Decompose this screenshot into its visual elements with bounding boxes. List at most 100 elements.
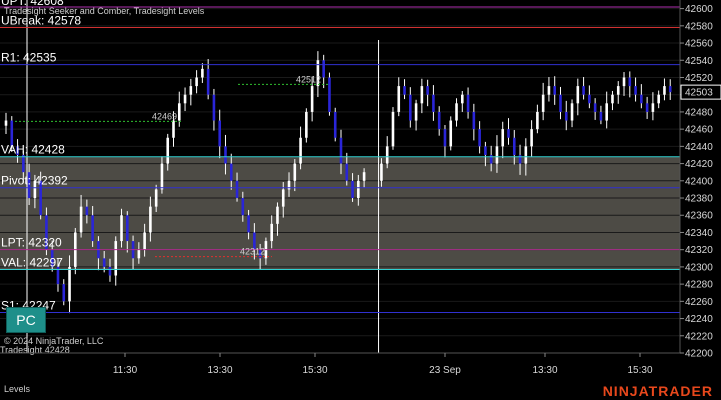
value-area-band [0, 156, 680, 270]
candle-up [536, 111, 539, 130]
pc-button[interactable]: PC [6, 307, 46, 333]
level-label: VAH: 42428 [1, 143, 65, 157]
candle-down [235, 180, 239, 199]
price-tick-label: 42560 [685, 39, 713, 50]
candle-up [495, 146, 499, 164]
candle-up [281, 189, 285, 207]
candle-up [120, 215, 123, 242]
candle-up [385, 146, 389, 164]
candle-up [570, 103, 574, 121]
candle-down [593, 103, 597, 112]
last-price-label: 42503 [685, 88, 713, 99]
candle-down [645, 103, 649, 112]
candle-up [189, 86, 193, 95]
candle-up [160, 163, 164, 190]
time-tick-label: 15:30 [302, 365, 327, 376]
candle-down [91, 215, 94, 242]
candle-up [622, 77, 626, 87]
candle-up [149, 206, 152, 233]
candle-up [201, 68, 204, 78]
candle-down [432, 94, 435, 112]
candle-up [362, 172, 366, 181]
price-tick-label: 42240 [685, 314, 713, 325]
candle-down [125, 215, 129, 242]
candle-up [547, 86, 551, 95]
level-annotation: 42512 [296, 74, 321, 84]
price-tick-label: 42320 [685, 245, 713, 256]
price-tick-label: 42280 [685, 280, 713, 291]
candle-down [22, 154, 25, 173]
candle-down [224, 146, 227, 164]
candle-down [409, 94, 412, 121]
candle-down [108, 266, 112, 276]
candle-down [628, 77, 632, 87]
candle-down [553, 86, 557, 95]
time-tick-label: 13:30 [532, 365, 557, 376]
candle-down [339, 137, 343, 164]
candle-down [85, 206, 89, 216]
price-tick-label: 42480 [685, 107, 713, 118]
candle-down [426, 86, 429, 95]
candle-up [501, 129, 505, 147]
candle-up [79, 206, 83, 233]
level-label: LPT: 42320 [1, 236, 62, 250]
candle-up [172, 120, 175, 138]
candle-up [166, 137, 170, 164]
candle-up [541, 94, 545, 112]
candle-up [137, 249, 141, 259]
indicator-title: Tradesight Seeker and Comber, Tradesight… [4, 6, 205, 16]
candle-down [466, 94, 470, 112]
candle-down [512, 137, 516, 155]
price-tick-label: 42260 [685, 297, 713, 308]
candle-down [582, 86, 585, 95]
candle-up [455, 103, 458, 121]
price-tick-label: 42200 [685, 349, 713, 360]
candle-up [420, 86, 424, 104]
price-tick-label: 42360 [685, 211, 713, 222]
candle-down [212, 94, 216, 121]
candle-up [391, 111, 395, 147]
price-tick-label: 42380 [685, 194, 713, 205]
candle-up [611, 94, 614, 104]
candle-down [443, 129, 447, 147]
candle-up [397, 86, 401, 112]
ninjatrader-logo: NINJATRADER [602, 383, 713, 399]
candle-down [62, 284, 66, 302]
candle-down [229, 163, 233, 181]
candle-down [218, 120, 222, 147]
candle-up [183, 94, 187, 104]
candle-down [206, 68, 210, 95]
candle-down [472, 111, 476, 130]
candle-down [102, 258, 106, 267]
candle-down [322, 60, 325, 78]
candle-down [507, 129, 510, 138]
price-tick-label: 42580 [685, 21, 713, 32]
time-tick-label: 11:30 [113, 365, 138, 376]
candle-up [530, 129, 533, 147]
levels-tab-label[interactable]: Levels [4, 384, 30, 394]
price-tick-label: 42440 [685, 142, 713, 153]
level-label: Pivot: 42392 [1, 174, 68, 188]
price-tick-label: 42220 [685, 331, 713, 342]
candle-up [293, 163, 297, 181]
candle-down [437, 111, 441, 130]
candle-up [195, 77, 198, 87]
price-tick-label: 42420 [685, 159, 713, 170]
candle-up [68, 266, 71, 302]
price-chart[interactable]: UBreak: 42578R1: 42535VAH: 42428Pivot: 4… [0, 0, 721, 400]
candle-down [241, 198, 245, 216]
candle-up [414, 103, 418, 121]
candle-down [564, 111, 568, 121]
candle-up [357, 180, 360, 199]
candle-up [524, 146, 528, 164]
candle-up [663, 86, 666, 95]
level-annotation: 42469 [152, 111, 177, 121]
candle-up [299, 137, 302, 164]
candle-up [460, 94, 464, 104]
price-tick-label: 42340 [685, 228, 713, 239]
candle-down [351, 180, 354, 199]
candle-up [270, 223, 273, 242]
candle-up [276, 206, 279, 224]
candle-down [484, 146, 487, 155]
price-tick-label: 42460 [685, 125, 713, 136]
